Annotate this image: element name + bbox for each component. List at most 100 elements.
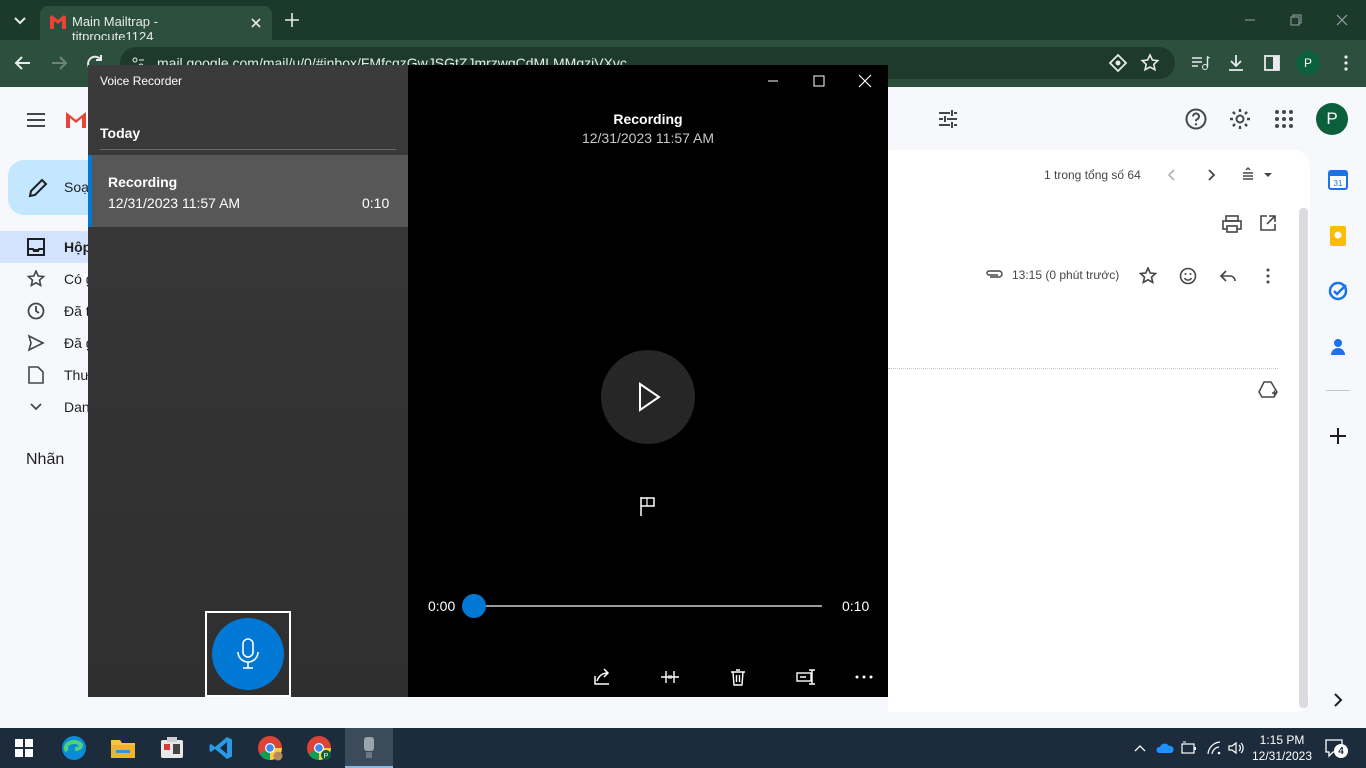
nav-label-drafts[interactable]: Thư (64, 367, 90, 383)
rename-icon (796, 669, 815, 685)
newer-button[interactable] (1164, 166, 1180, 184)
attachment-icon (986, 268, 1004, 280)
now-playing-title: Recording (613, 111, 683, 127)
print-icon[interactable] (1222, 215, 1242, 233)
app-title: Voice Recorder (100, 74, 183, 88)
message-timestamp: 13:15 (0 phút trước) (1012, 268, 1120, 282)
show-hidden-icons[interactable] (1133, 741, 1147, 755)
selection-indicator (88, 155, 92, 227)
volume-icon[interactable] (1228, 741, 1246, 755)
record-button[interactable] (212, 618, 284, 690)
taskbar-chrome-1[interactable] (246, 728, 294, 768)
google-apps-icon[interactable] (1274, 109, 1294, 129)
share-icon (594, 668, 610, 685)
tab-search-button[interactable] (8, 8, 32, 32)
older-button[interactable] (1203, 166, 1219, 184)
gmail-favicon-icon (50, 15, 66, 29)
chevron-up-icon (1134, 745, 1146, 752)
nav-label-more[interactable]: Dan (64, 399, 90, 415)
svg-text:P: P (324, 753, 329, 760)
battery-icon[interactable] (1181, 741, 1197, 755)
taskbar-vscode[interactable] (197, 728, 245, 768)
profile-avatar[interactable]: P (1296, 51, 1320, 75)
new-tab-button[interactable] (282, 10, 302, 30)
recording-list-item[interactable]: Recording 12/31/2023 11:57 AM 0:10 (88, 155, 408, 227)
nav-label-snoozed[interactable]: Đã t (64, 303, 90, 319)
calendar-icon[interactable]: 31 (1328, 170, 1348, 190)
account-initial: P (1326, 109, 1338, 128)
taskbar-file-explorer[interactable] (99, 728, 147, 768)
emoji-reaction-icon[interactable] (1179, 267, 1197, 285)
close-window-button[interactable] (1334, 12, 1350, 28)
seek-thumb[interactable] (462, 594, 486, 618)
extension-icon[interactable] (1108, 53, 1128, 73)
microphone-icon (237, 638, 259, 669)
pencil-icon (28, 178, 48, 198)
play-button[interactable] (601, 350, 695, 444)
chevron-down-icon (28, 400, 44, 414)
star-message-icon[interactable] (1139, 267, 1157, 285)
get-addons-icon[interactable] (1328, 426, 1348, 446)
arrow-left-icon (14, 56, 30, 70)
message-pane (888, 150, 1310, 712)
vr-maximize-button[interactable] (810, 72, 828, 90)
vr-minimize-button[interactable] (764, 72, 782, 90)
minimize-button[interactable] (1242, 12, 1258, 28)
seek-slider[interactable] (462, 594, 822, 618)
onedrive-icon[interactable] (1156, 741, 1174, 755)
restore-button[interactable] (1288, 12, 1304, 28)
keep-icon[interactable] (1330, 226, 1346, 246)
back-button[interactable] (12, 52, 34, 74)
section-heading-today: Today (100, 125, 141, 141)
clock-area[interactable]: 1:15 PM 12/31/2023 (1250, 732, 1314, 766)
delete-button[interactable] (728, 667, 748, 687)
star-icon (27, 270, 45, 288)
taskbar-edge[interactable] (50, 728, 98, 768)
taskbar-snip-app[interactable] (148, 728, 196, 768)
profile-initial: P (1303, 56, 1312, 70)
media-control-icon[interactable] (1190, 53, 1210, 73)
pagination-text: 1 trong tổng số 64 (1044, 168, 1141, 182)
app-icon (161, 737, 183, 758)
play-icon (639, 382, 661, 412)
add-marker-button[interactable] (638, 495, 658, 517)
downloads-icon[interactable] (1226, 53, 1246, 73)
tab-close-icon[interactable] (246, 13, 266, 33)
contacts-icon[interactable] (1330, 337, 1346, 357)
browser-menu-icon[interactable] (1336, 53, 1356, 73)
wifi-icon[interactable] (1206, 741, 1222, 755)
trim-button[interactable] (660, 667, 680, 687)
add-to-drive-icon[interactable] (1258, 381, 1278, 399)
rename-button[interactable] (796, 667, 816, 687)
gmail-logo-icon[interactable] (64, 106, 88, 132)
browser-tab[interactable]: Main Mailtrap - titprocute1124 (40, 6, 272, 44)
settings-gear-icon[interactable] (1228, 107, 1252, 131)
chrome-icon (258, 736, 283, 761)
hide-panel-icon[interactable] (1330, 692, 1346, 708)
recording-duration: 0:10 (362, 195, 390, 211)
main-menu-icon[interactable] (24, 108, 48, 132)
input-tools-button[interactable] (1240, 166, 1274, 184)
bookmark-star-icon[interactable] (1140, 53, 1160, 73)
reply-icon[interactable] (1219, 267, 1237, 285)
clock-date: 12/31/2023 (1251, 749, 1313, 763)
open-new-window-icon[interactable] (1259, 214, 1277, 232)
support-icon[interactable] (1184, 107, 1208, 131)
share-button[interactable] (592, 667, 612, 687)
account-avatar[interactable]: P (1316, 103, 1348, 135)
start-button[interactable] (0, 728, 48, 768)
side-panel-icon[interactable] (1262, 53, 1282, 73)
notification-center[interactable]: 4 (1324, 738, 1348, 760)
taskbar-voice-recorder[interactable] (345, 728, 393, 768)
recording-name: Recording (108, 174, 178, 190)
more-vert-icon[interactable] (1259, 267, 1277, 285)
time-total: 0:10 (842, 598, 870, 614)
tasks-icon[interactable] (1328, 281, 1348, 301)
taskbar-chrome-2[interactable]: P (295, 728, 343, 768)
edge-icon (62, 736, 86, 760)
search-filter-icon[interactable] (936, 107, 960, 131)
mail-scrollbar[interactable] (1299, 208, 1308, 708)
more-options-button[interactable] (854, 667, 874, 687)
forward-button[interactable] (48, 52, 70, 74)
vr-close-button[interactable] (856, 72, 874, 90)
